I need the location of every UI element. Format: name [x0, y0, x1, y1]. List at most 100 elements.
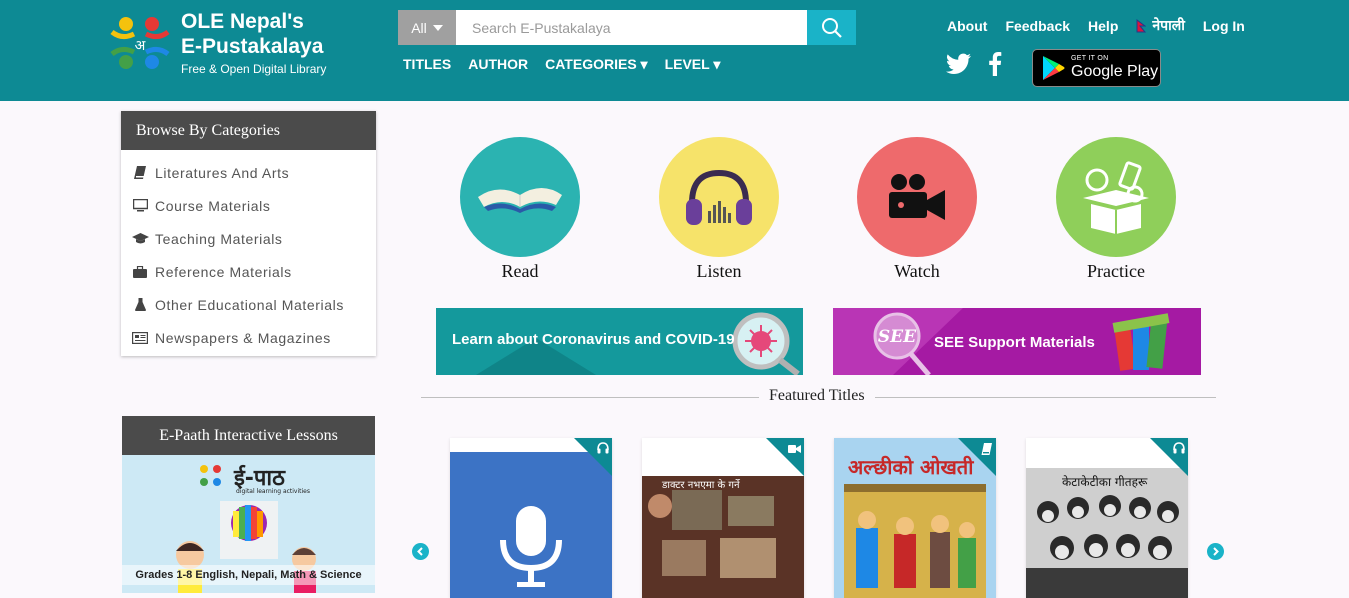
nav-titles[interactable]: TITLES: [403, 56, 451, 73]
graduation-cap-icon: [131, 232, 149, 245]
watch-circle: [857, 137, 977, 257]
see-banner[interactable]: SEE SEE Support Materials: [833, 308, 1201, 375]
headphones-icon: [686, 169, 752, 225]
search-filter-label: All: [411, 19, 427, 36]
category-other-educational-materials[interactable]: Other Educational Materials: [121, 288, 376, 321]
video-camera-icon: [889, 174, 945, 220]
epaath-panel: E-Paath Interactive Lessons ई-पाठ digita…: [122, 416, 375, 593]
google-play-text: GET IT ON Google Play: [1071, 55, 1158, 81]
category-teaching-materials[interactable]: Teaching Materials: [121, 222, 376, 255]
nepal-flag-icon: [1136, 18, 1147, 32]
featured-item[interactable]: डाक्टर नभएमा के गर्ने: [642, 438, 804, 598]
category-literatures-and-arts[interactable]: Literatures And Arts: [121, 156, 376, 189]
see-badge-text: SEE: [878, 327, 917, 347]
covid-banner-text: Learn about Coronavirus and COVID-19: [452, 331, 735, 348]
feedback-link[interactable]: Feedback: [1005, 18, 1070, 34]
google-play-big-text: Google Play: [1071, 63, 1159, 80]
category-label: Teaching Materials: [155, 230, 283, 247]
chevron-right-icon: [1213, 547, 1219, 556]
activity-label: Read: [501, 261, 539, 281]
featured-divider-left: [421, 397, 759, 398]
carousel-prev-button[interactable]: [412, 543, 429, 560]
book-cover: केटाकेटीका गीतहरू: [1026, 468, 1188, 598]
category-label: Other Educational Materials: [155, 296, 344, 313]
brand-tagline: Free & Open Digital Library: [181, 62, 327, 76]
book-icon: [131, 166, 149, 179]
brand-title[interactable]: OLE Nepal's E-Pustakalaya: [181, 9, 323, 59]
svg-text:अ: अ: [135, 38, 146, 54]
category-label: Literatures And Arts: [155, 164, 290, 181]
practice-box-icon: [1083, 161, 1149, 234]
main-nav: TITLES AUTHOR CATEGORIES ▾ LEVEL ▾: [403, 56, 737, 73]
epaath-logo-text: ई-पाठ: [233, 464, 286, 491]
featured-item[interactable]: केटाकेटीका गीतहरू: [1026, 438, 1188, 598]
google-play-small-text: GET IT ON: [1071, 55, 1109, 62]
book-cover-title: केटाकेटीका गीतहरू: [1062, 475, 1148, 489]
activity-read[interactable]: Read: [460, 137, 580, 282]
activity-practice[interactable]: Practice: [1056, 137, 1176, 282]
login-link[interactable]: Log In: [1203, 18, 1245, 34]
facebook-icon[interactable]: [988, 52, 1002, 76]
activity-label: Listen: [696, 261, 742, 281]
audio-icon: [597, 442, 609, 454]
site-header: अ OLE Nepal's E-Pustakalaya Free & Open …: [0, 0, 1349, 101]
nav-author[interactable]: AUTHOR: [468, 56, 528, 73]
book-cover-art: डाक्टर नभएमा के गर्ने: [642, 476, 804, 598]
activity-label: Practice: [1087, 261, 1145, 281]
categories-panel: Browse By Categories Literatures And Art…: [121, 111, 376, 356]
category-label: Reference Materials: [155, 263, 292, 280]
covid-banner[interactable]: Learn about Coronavirus and COVID-19: [436, 308, 803, 375]
epaath-caption: Grades 1-8 English, Nepali, Math & Scien…: [122, 565, 375, 585]
activity-watch[interactable]: Watch: [857, 137, 977, 282]
chevron-left-icon: [417, 547, 423, 556]
microphone-icon: [500, 506, 562, 587]
categories-title: Browse By Categories: [121, 111, 376, 150]
listen-circle: [659, 137, 779, 257]
open-book-icon: [478, 188, 562, 213]
book-icon: [981, 443, 992, 455]
top-links: About Feedback Help नेपाली Log In: [947, 16, 1263, 35]
featured-header: Featured Titles: [421, 386, 1216, 408]
brand-line-2: E-Pustakalaya: [181, 35, 324, 58]
newspaper-icon: [131, 331, 149, 344]
carousel-next-button[interactable]: [1207, 543, 1224, 560]
nav-categories[interactable]: CATEGORIES ▾: [545, 56, 647, 73]
video-icon: [788, 445, 801, 453]
search-icon: [821, 17, 842, 38]
book-cover-title: डाक्टर नभएमा के गर्ने: [661, 479, 741, 491]
featured-item[interactable]: अल्छीको ओखती: [834, 438, 996, 598]
search-input[interactable]: [456, 10, 807, 45]
flask-icon: [131, 298, 149, 311]
featured-title: Featured Titles: [759, 387, 875, 405]
language-link[interactable]: नेपाली: [1152, 16, 1184, 35]
epaath-promo-image[interactable]: ई-पाठ digital learning activities Grades…: [122, 455, 375, 593]
help-link[interactable]: Help: [1088, 18, 1118, 34]
activity-label: Watch: [894, 261, 940, 281]
see-banner-text: SEE Support Materials: [934, 334, 1095, 351]
book-cover: डाक्टर नभएमा के गर्ने: [642, 476, 804, 598]
nav-level[interactable]: LEVEL ▾: [665, 56, 721, 73]
category-label: Course Materials: [155, 197, 271, 214]
category-newspapers-and-magazines[interactable]: Newspapers & Magazines: [121, 321, 376, 354]
practice-circle: [1056, 137, 1176, 257]
category-course-materials[interactable]: Course Materials: [121, 189, 376, 222]
featured-item[interactable]: [450, 438, 612, 598]
monitor-icon: [131, 199, 149, 212]
category-label: Newspapers & Magazines: [155, 329, 331, 346]
search-button[interactable]: [807, 10, 856, 45]
book-cover-title: अल्छीको ओखती: [848, 455, 974, 479]
ole-logo-icon[interactable]: अ: [106, 10, 174, 78]
brand-line-1: OLE Nepal's: [181, 10, 304, 33]
activity-listen[interactable]: Listen: [659, 137, 779, 282]
audio-icon: [1173, 442, 1185, 454]
briefcase-icon: [131, 265, 149, 278]
chevron-down-icon: [432, 24, 443, 31]
category-reference-materials[interactable]: Reference Materials: [121, 255, 376, 288]
epaath-title: E-Paath Interactive Lessons: [122, 416, 375, 455]
search-filter-dropdown[interactable]: All: [398, 10, 456, 45]
about-link[interactable]: About: [947, 18, 987, 34]
google-play-icon: [1043, 56, 1065, 80]
google-play-badge[interactable]: GET IT ON Google Play: [1032, 49, 1161, 87]
twitter-icon[interactable]: [946, 53, 972, 75]
book-cover-art: केटाकेटीका गीतहरू: [1026, 468, 1188, 598]
